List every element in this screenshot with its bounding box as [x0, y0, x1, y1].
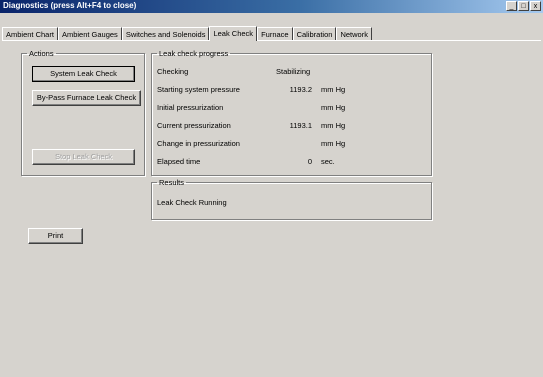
- tab-switches-and-solenoids[interactable]: Switches and Solenoids: [121, 27, 210, 40]
- maximize-button[interactable]: □: [518, 1, 529, 11]
- starting-system-pressure-value: 1193.2: [289, 85, 312, 94]
- elapsed-time-unit: sec.: [321, 157, 335, 166]
- initial-pressurization-unit: mm Hg: [321, 103, 346, 112]
- leak-check-panel: Actions System Leak Check By-Pass Furnac…: [2, 40, 541, 375]
- tab-network[interactable]: Network: [336, 27, 372, 40]
- starting-system-pressure-label: Starting system pressure: [157, 85, 240, 94]
- current-pressurization-unit: mm Hg: [321, 121, 346, 130]
- current-pressurization-label: Current pressurization: [157, 121, 231, 130]
- close-button[interactable]: x: [530, 1, 541, 11]
- print-button[interactable]: Print: [28, 228, 83, 244]
- tab-strip: Ambient Chart Ambient Gauges Switches an…: [2, 26, 372, 41]
- tab-ambient-gauges[interactable]: Ambient Gauges: [57, 27, 122, 40]
- leak-check-progress-title: Leak check progress: [159, 49, 229, 58]
- checking-value: Stabilizing: [276, 67, 311, 76]
- change-in-pressurization-unit: mm Hg: [321, 139, 346, 148]
- results-text: Leak Check Running: [157, 198, 227, 207]
- tab-calibration[interactable]: Calibration: [292, 27, 337, 40]
- current-pressurization-value: 1193.1: [289, 121, 312, 130]
- system-leak-check-button[interactable]: System Leak Check: [32, 66, 135, 82]
- checking-label: Checking: [157, 67, 189, 76]
- results-group-title: Results: [159, 178, 185, 187]
- bypass-furnace-leak-check-button[interactable]: By-Pass Furnace Leak Check: [32, 90, 141, 106]
- window-title: Diagnostics (press Alt+F4 to close): [3, 1, 137, 10]
- starting-system-pressure-unit: mm Hg: [321, 85, 346, 94]
- minimize-button[interactable]: _: [506, 1, 517, 11]
- elapsed-time-value: 0: [307, 157, 312, 166]
- title-bar: Diagnostics (press Alt+F4 to close) _ □ …: [0, 0, 543, 13]
- actions-group-title: Actions: [29, 49, 54, 58]
- stop-leak-check-button[interactable]: Stop Leak Check: [32, 149, 135, 165]
- elapsed-time-label: Elapsed time: [157, 157, 201, 166]
- tab-ambient-chart[interactable]: Ambient Chart: [2, 27, 58, 40]
- tab-furnace[interactable]: Furnace: [257, 27, 293, 40]
- initial-pressurization-label: Initial pressurization: [157, 103, 224, 112]
- tab-leak-check[interactable]: Leak Check: [209, 26, 258, 41]
- window-controls: _ □ x: [506, 1, 541, 11]
- change-in-pressurization-label: Change in pressurization: [157, 139, 240, 148]
